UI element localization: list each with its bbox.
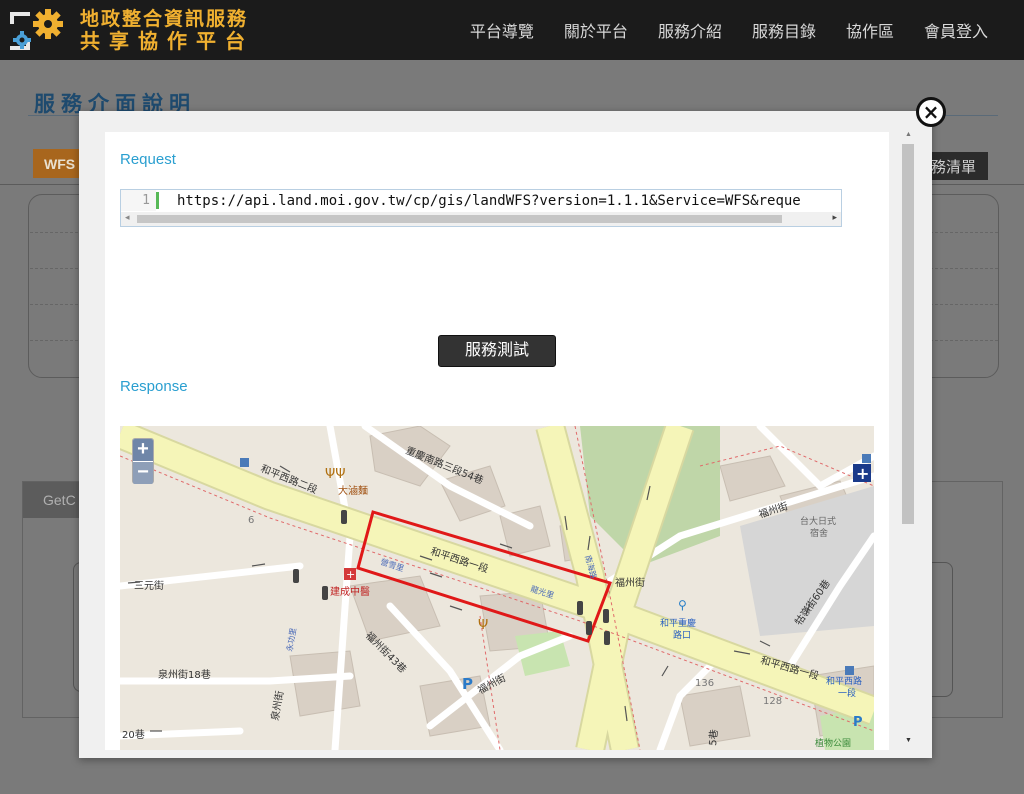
service-test-modal: Request 1 https://api.land.moi.gov.tw/cp… [79, 111, 932, 758]
scrollbar-thumb[interactable] [902, 144, 914, 524]
close-icon: × [922, 100, 940, 124]
svg-text:ΨΨ: ΨΨ [325, 467, 345, 482]
logo-title-line1: 地政整合資訊服務 [80, 8, 249, 30]
request-url-text[interactable]: https://api.land.moi.gov.tw/cp/gis/landW… [177, 193, 842, 209]
zoom-out-button[interactable]: − [133, 462, 153, 484]
site-logo[interactable]: 地政整合資訊服務 共享協作平台 [8, 6, 278, 54]
main-nav: 平台導覽 關於平台 服務介紹 服務目錄 協作區 會員登入 [440, 0, 988, 60]
map-label: 大滷麵 [338, 484, 368, 497]
map-label: 136 [695, 678, 714, 689]
tab-wfs[interactable]: WFS [33, 149, 83, 178]
map-label: 建成中醫 [330, 585, 370, 598]
scrollbar-thumb[interactable] [137, 215, 782, 223]
nav-platform-guide[interactable]: 平台導覽 [470, 18, 534, 42]
svg-text:Ψ: Ψ [478, 618, 488, 633]
map-canvas[interactable]: + ΨΨ Ψ ⚲ + 和平西路二段 和平西路一段 和平西路一段 重慶南路三段54… [120, 426, 874, 750]
map-label: 一段 [838, 687, 856, 699]
gear-logo-icon [10, 9, 63, 50]
line-number: 1 [121, 190, 156, 211]
nav-service-catalog[interactable]: 服務目錄 [752, 18, 816, 42]
nav-about[interactable]: 關於平台 [564, 18, 628, 42]
response-map[interactable]: + ΨΨ Ψ ⚲ + 和平西路二段 和平西路一段 和平西路一段 重慶南路三段54… [120, 426, 874, 750]
modal-vertical-scrollbar[interactable]: ▲ ▼ [900, 129, 916, 746]
map-label: 5巷 [707, 729, 720, 746]
parking-icon: P [462, 675, 473, 693]
map-label: 128 [763, 696, 782, 707]
logo-title-line2: 共享協作平台 [80, 29, 254, 53]
inner-frame-right [931, 562, 953, 697]
svg-text:+: + [856, 464, 869, 483]
map-label: 和平西路 [826, 675, 862, 687]
modal-content: Request 1 https://api.land.moi.gov.tw/cp… [105, 132, 889, 750]
svg-text:+: + [346, 568, 355, 581]
svg-text:⚲: ⚲ [678, 598, 687, 612]
map-label: 泉州街18巷 [158, 668, 211, 681]
scroll-right-icon[interactable]: ▸ [832, 212, 837, 223]
editor-horizontal-scrollbar[interactable]: ◂ ▸ [121, 212, 841, 226]
scroll-down-icon[interactable]: ▼ [905, 737, 912, 744]
map-zoom-control: + − [132, 438, 154, 484]
panel-header[interactable]: GetC [23, 482, 83, 518]
logo-text: 地政整合資訊服務 共享協作平台 [80, 8, 254, 52]
map-label: 福州街 [615, 576, 645, 589]
nav-collaboration[interactable]: 協作區 [846, 18, 894, 42]
map-label: 宿舍 [810, 527, 828, 539]
service-list-button[interactable]: 務清單 [925, 152, 988, 180]
map-label: 路口 [673, 629, 691, 641]
gutter-marker [156, 192, 159, 209]
response-label: Response [120, 378, 188, 395]
service-test-button[interactable]: 服務測試 [438, 335, 556, 367]
map-label: 台大日式 [800, 515, 836, 527]
map-label: 植物公園 [815, 737, 851, 749]
top-navbar: 地政整合資訊服務 共享協作平台 平台導覽 關於平台 服務介紹 服務目錄 協作區 … [0, 0, 1024, 60]
map-label: 20巷 [122, 729, 145, 741]
zoom-in-button[interactable]: + [133, 439, 153, 461]
map-label: 6 [248, 515, 254, 526]
scroll-up-icon[interactable]: ▲ [905, 131, 912, 138]
nav-member-login[interactable]: 會員登入 [924, 18, 988, 42]
map-label: 三元街 [134, 579, 164, 592]
request-code-editor[interactable]: 1 https://api.land.moi.gov.tw/cp/gis/lan… [120, 189, 842, 227]
parking-icon: P [853, 715, 863, 730]
close-modal-button[interactable]: × [916, 97, 946, 127]
scroll-left-icon[interactable]: ◂ [125, 212, 130, 223]
request-label: Request [120, 151, 176, 168]
nav-service-intro[interactable]: 服務介紹 [658, 18, 722, 42]
map-label: 和平重慶 [660, 617, 696, 629]
